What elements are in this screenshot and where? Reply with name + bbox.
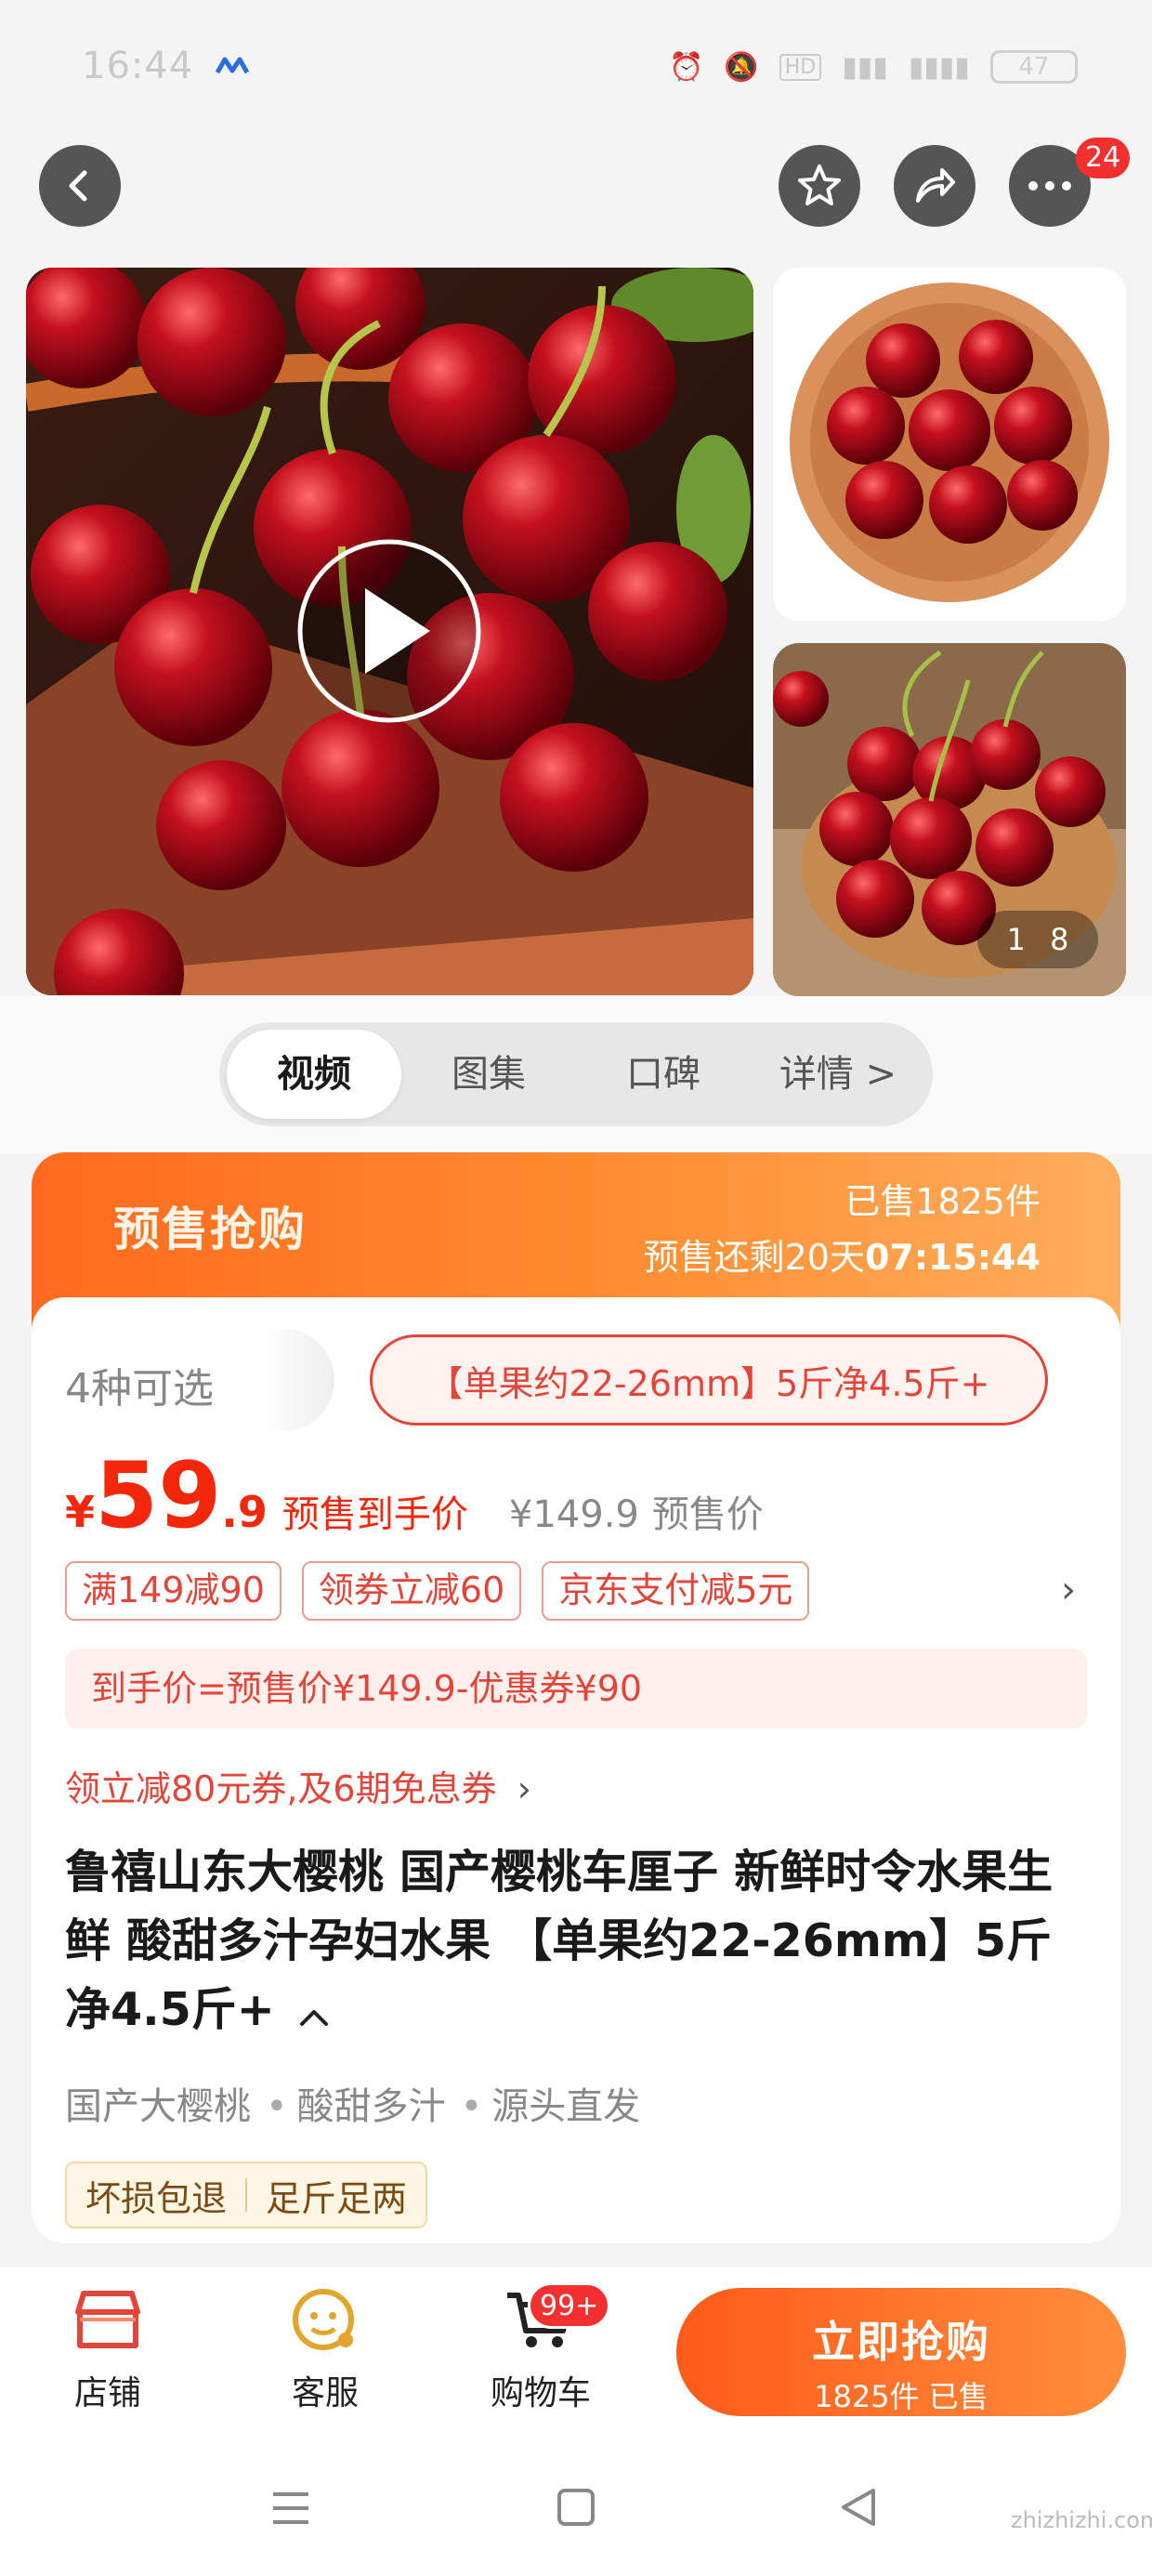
coupon-item[interactable]: 满149减90 (65, 1561, 281, 1621)
original-price-label: 预售价 (651, 1493, 764, 1536)
collapse-chevron-icon[interactable] (298, 1978, 330, 2047)
status-icons: ⏰ 🔕 HD ▮▮▮ ▮▮▮▮ 47 (669, 46, 1078, 87)
mute-icon: 🔕 (724, 50, 759, 84)
gallery-counter-current: 1 (1006, 922, 1026, 957)
signal-icon: ▮▮▮ (842, 50, 888, 84)
price-currency: ¥ (65, 1487, 96, 1537)
signal-5g-icon: ▮▮▮▮ (908, 50, 970, 84)
price-row: ¥ 59 .9 预售到手价 ¥149.9 预售价 (65, 1450, 764, 1543)
status-time: 16:44 (82, 45, 194, 87)
guarantee-badges[interactable]: 坏损包退 足斤足两 (65, 2162, 428, 2228)
star-icon (798, 164, 841, 205)
price-decimal: .9 (221, 1487, 268, 1537)
app-notification-icon (215, 54, 250, 80)
tab-video[interactable]: 视频 (227, 1030, 401, 1119)
price-integer: 59 (95, 1443, 222, 1549)
countdown-label: 预售还剩20天 (643, 1237, 865, 1278)
tab-details[interactable]: 详情 > (751, 1030, 925, 1119)
original-price: ¥149.9 (508, 1493, 639, 1536)
battery-level: 47 (1018, 53, 1050, 81)
tab-reviews[interactable]: 口碑 (576, 1030, 751, 1119)
hd-icon: HD (779, 53, 822, 81)
feature-tag: 源头直发 (461, 2076, 641, 2130)
alarm-icon: ⏰ (669, 50, 704, 84)
product-video-thumbnail[interactable] (26, 268, 753, 995)
customer-service-label: 客服 (291, 2374, 359, 2412)
gallery-counter: 1 8 (977, 911, 1098, 968)
favorite-button[interactable] (779, 145, 860, 227)
countdown-time: 07:15:44 (864, 1237, 1041, 1278)
price-label: 预售到手价 (281, 1493, 468, 1536)
feature-tag: 酸甜多汁 (266, 2076, 446, 2130)
final-price-formula: 到手价=预售价¥149.9-优惠券¥90 (65, 1649, 1087, 1728)
tab-gallery[interactable]: 图集 (401, 1030, 576, 1119)
feature-tag: 国产大樱桃 (65, 2085, 251, 2128)
promo-chevron-icon: › (517, 1768, 531, 1809)
feature-tags: 国产大樱桃 酸甜多汁 源头直发 (65, 2076, 640, 2130)
battery-icon: 47 (989, 50, 1078, 84)
buy-now-label: 立即抢购 (812, 2317, 990, 2367)
media-tabs: 视频 图集 口碑 详情 > (219, 1022, 933, 1126)
presale-title: 预售抢购 (113, 1203, 307, 1256)
more-dots-icon (1028, 181, 1071, 191)
back-nav-icon[interactable] (838, 2487, 879, 2531)
menu-icon[interactable] (269, 2487, 312, 2533)
share-button[interactable] (894, 145, 975, 227)
feature-tag-text: 酸甜多汁 (296, 2085, 446, 2128)
spec-count[interactable]: 4种可选 (65, 1355, 214, 1414)
cart-badge: 99+ (528, 2282, 611, 2329)
store-label: 店铺 (73, 2374, 141, 2412)
buy-now-sold: 1825件 已售 (814, 2379, 988, 2414)
share-icon (916, 168, 955, 203)
back-arrow-icon (69, 170, 87, 202)
promo-link[interactable]: 领立减80元券,及6期免息券 › (65, 1760, 531, 1811)
cart-label: 购物车 (490, 2374, 591, 2412)
chevron-right-icon[interactable]: › (1061, 1569, 1076, 1611)
feature-tag-text: 源头直发 (491, 2085, 641, 2128)
guarantee-item: 足斤足两 (266, 2177, 408, 2219)
back-button[interactable] (39, 145, 121, 227)
gallery-counter-total: 8 (1050, 922, 1069, 957)
store-icon (75, 2291, 140, 2348)
promo-text: 领立减80元券,及6期免息券 (65, 1768, 497, 1809)
store-button[interactable]: 店铺 (43, 2286, 173, 2414)
buy-now-button[interactable]: 立即抢购 1825件 已售 (676, 2288, 1126, 2416)
presale-countdown: 预售还剩20天07:15:44 (595, 1229, 1041, 1280)
home-icon[interactable] (556, 2487, 596, 2531)
presale-sold-count: 已售1825件 (844, 1181, 1041, 1222)
product-title-text: 鲁禧山东大樱桃 国产樱桃车厘子 新鲜时令水果生鲜 酸甜多汁孕妇水果 【单果约22… (65, 1846, 1054, 2036)
more-badge: 24 (1076, 138, 1131, 178)
coupon-item[interactable]: 领券立减60 (301, 1561, 522, 1621)
spec-option-selected[interactable]: 【单果约22-26mm】5斤净4.5斤+ (370, 1334, 1048, 1426)
customer-service-button[interactable]: 客服 (260, 2286, 390, 2414)
watermark: zhizhizhi.com (1011, 2507, 1152, 2533)
customer-service-icon (293, 2289, 354, 2350)
coupon-list: 满149减90 领券立减60 京东支付减5元 (65, 1561, 810, 1621)
coupon-item[interactable]: 京东支付减5元 (542, 1561, 810, 1621)
guarantee-item: 坏损包退 (85, 2177, 228, 2219)
product-image-2[interactable] (773, 268, 1126, 621)
product-title: 鲁禧山东大樱桃 国产樱桃车厘子 新鲜时令水果生鲜 酸甜多汁孕妇水果 【单果约22… (65, 1838, 1096, 2047)
